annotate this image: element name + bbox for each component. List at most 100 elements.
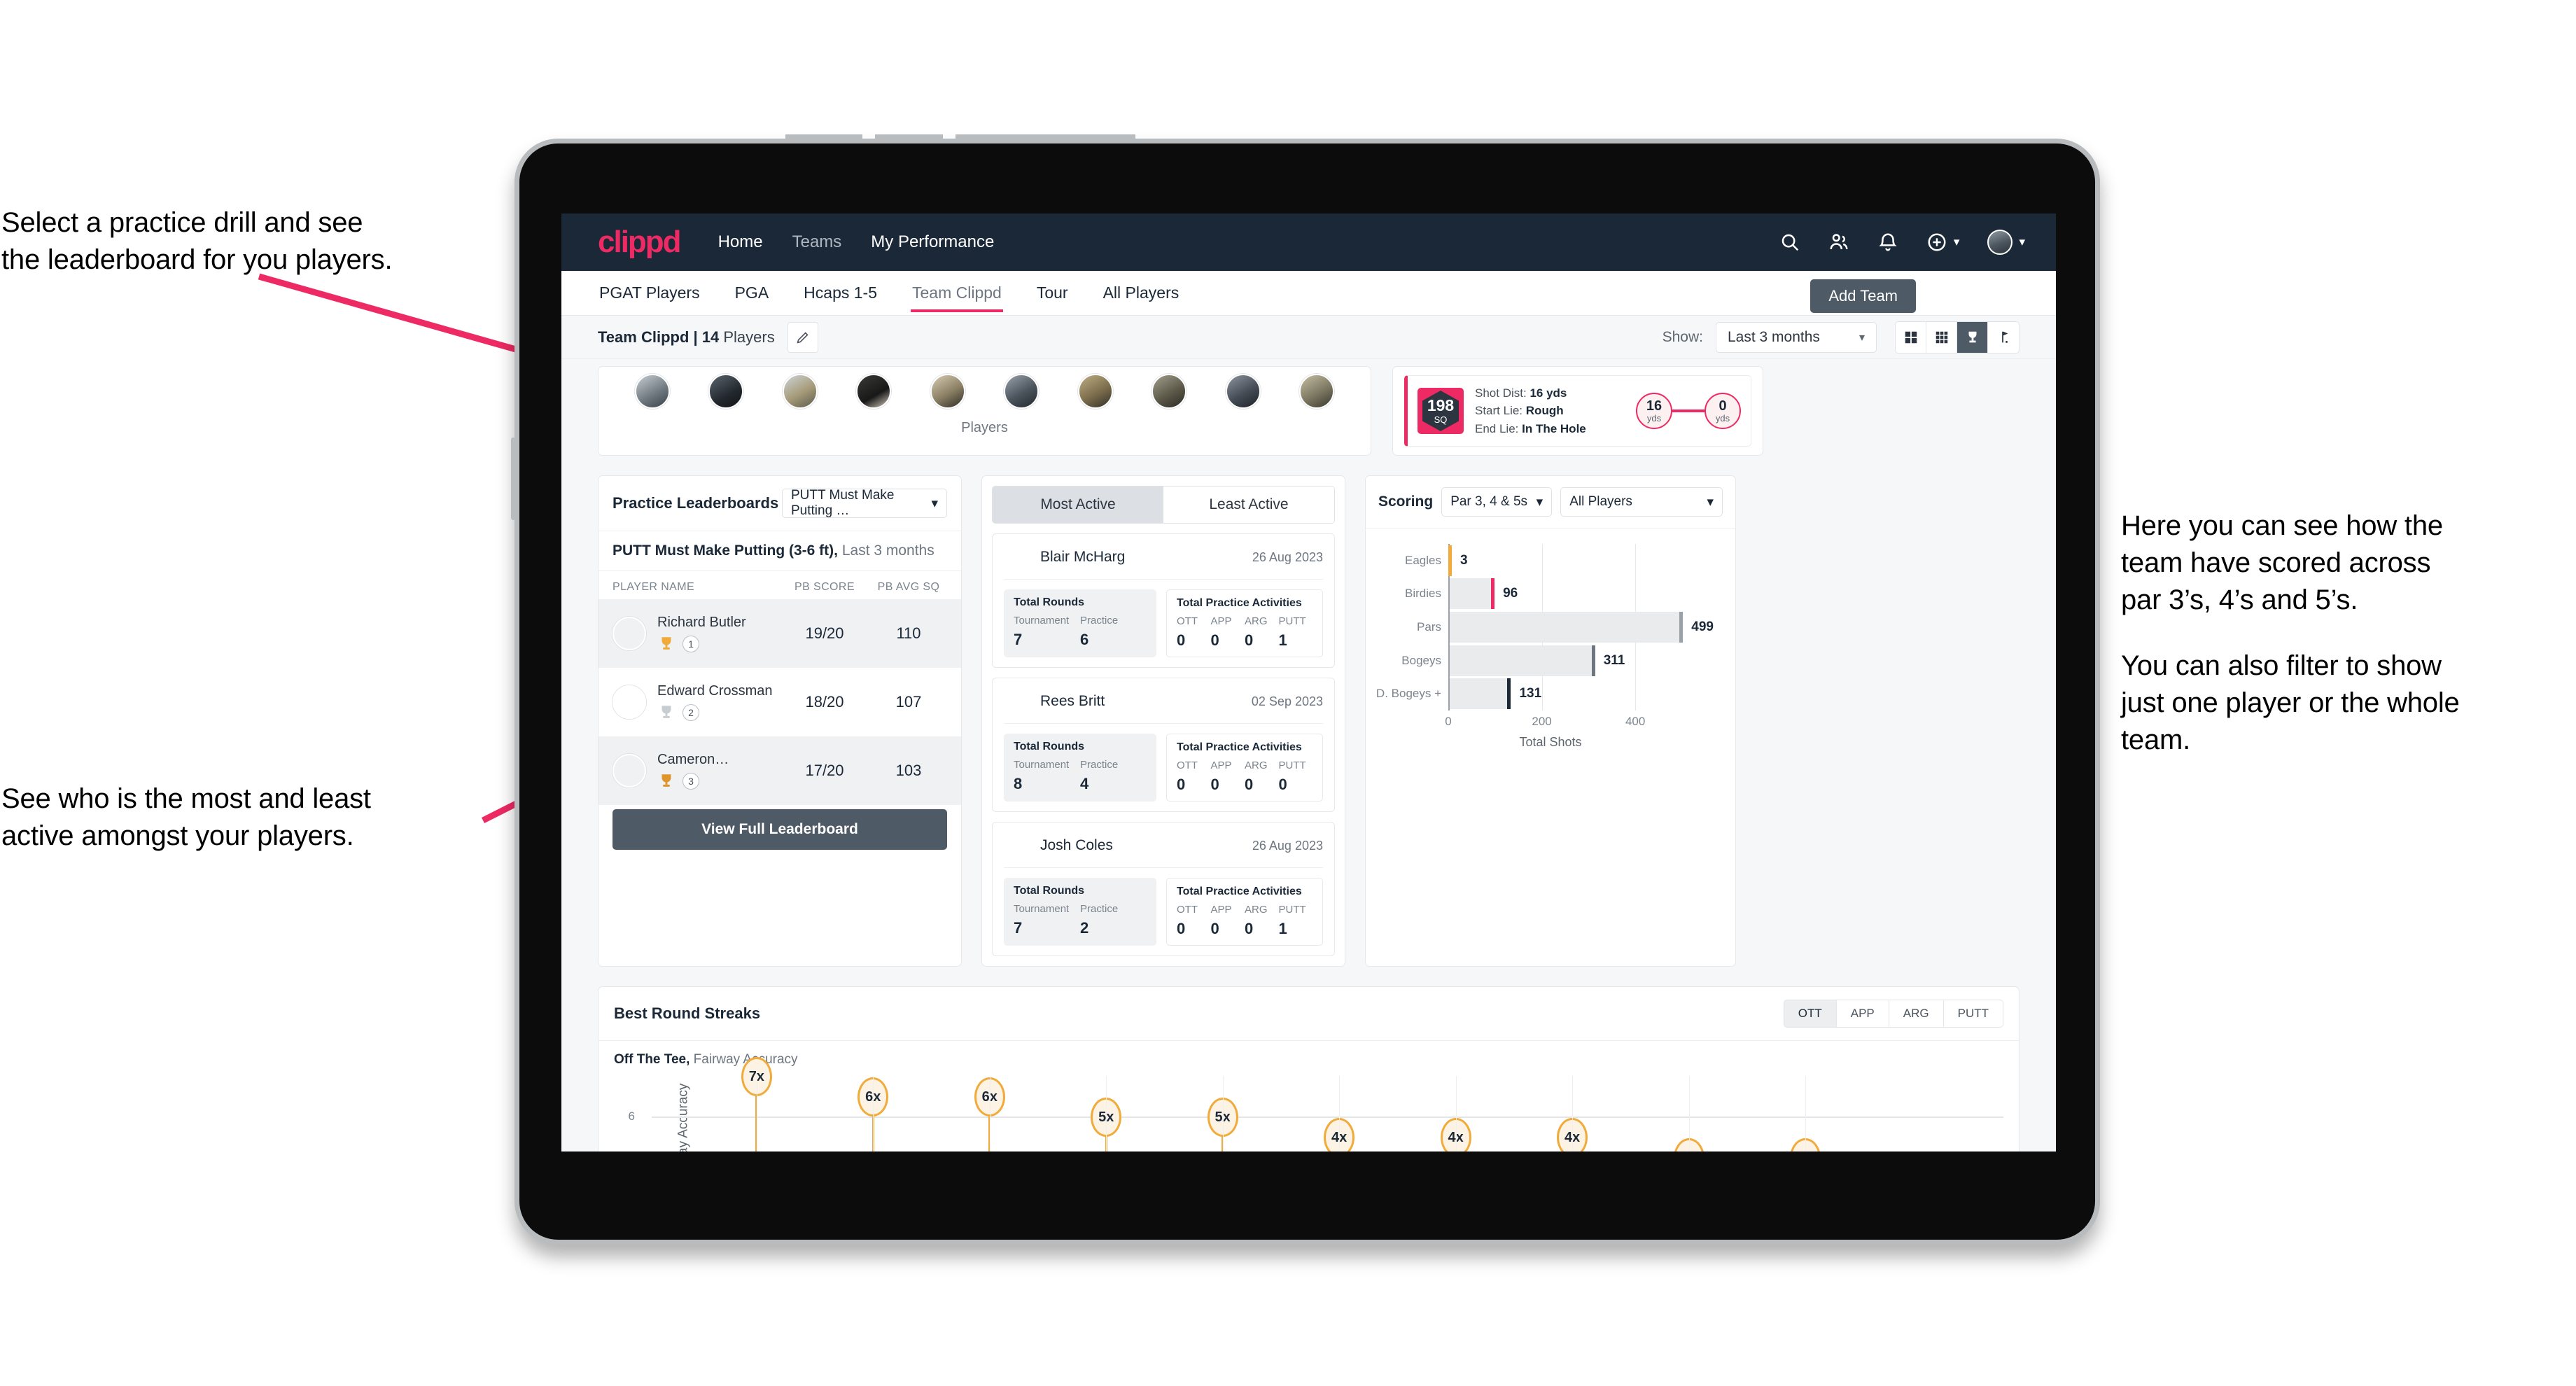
- annotation-line: Here you can see how the: [2121, 510, 2443, 541]
- player-name: Rees Britt: [1040, 693, 1105, 709]
- practice-putt-value: 1: [1278, 631, 1287, 649]
- total-practice-title: Total Practice Activities: [1177, 886, 1302, 897]
- streaks-plot-area: 467x6x6x5x5x4x4x4x3x3x: [629, 1057, 2003, 1152]
- tab-pga[interactable]: PGA: [734, 274, 771, 312]
- practice-app: APP 0: [1211, 615, 1245, 650]
- tab-tour[interactable]: Tour: [1035, 274, 1070, 312]
- par-filter-select[interactable]: Par 3, 4 & 5s ▾: [1441, 487, 1553, 517]
- bell-icon[interactable]: [1877, 232, 1898, 253]
- plus-circle-icon[interactable]: ▾: [1926, 232, 1959, 253]
- leaderboard-title: Practice Leaderboards: [612, 494, 779, 512]
- shot-quality-unit: SQ: [1434, 414, 1448, 425]
- total-rounds-title: Total Rounds: [1014, 741, 1085, 752]
- view-full-leaderboard-button[interactable]: View Full Leaderboard: [612, 809, 947, 850]
- streaks-header: Best Round Streaks OTT APP ARG PUTT: [598, 987, 2019, 1041]
- view-flag-button[interactable]: [1988, 321, 2019, 353]
- streaks-category-toggle: OTT APP ARG PUTT: [1783, 1000, 2003, 1028]
- column-player-name: PLAYER NAME: [612, 581, 695, 593]
- practice-putt: PUTT 0: [1279, 760, 1313, 794]
- hexagon-icon: 198 SQ: [1422, 391, 1459, 431]
- drill-select[interactable]: PUTT Must Make Putting … ▾: [782, 488, 947, 518]
- practice-putt-label: PUTT: [1278, 904, 1306, 916]
- view-trophy-button[interactable]: [1957, 321, 1988, 353]
- y-tick-label: 6: [628, 1110, 635, 1123]
- view-grid-large-button[interactable]: [1896, 321, 1926, 353]
- tab-least-active[interactable]: Least Active: [1163, 486, 1334, 523]
- player-filter-select[interactable]: All Players ▾: [1560, 487, 1723, 517]
- x-axis-title: Total Shots: [1519, 735, 1582, 749]
- bar-value-label: 3: [1460, 552, 1468, 568]
- practice-app-label: APP: [1210, 760, 1232, 771]
- period-select-value: Last 3 months: [1728, 328, 1820, 345]
- activity-card[interactable]: Rees Britt 02 Sep 2023 Total Rounds Tour…: [992, 678, 1335, 812]
- practice-arg-label: ARG: [1245, 904, 1268, 916]
- table-row[interactable]: Cameron… 3 17/20 103: [598, 736, 961, 805]
- end-distance-value: 0: [1718, 398, 1727, 414]
- nav-link-my-performance[interactable]: My Performance: [871, 232, 994, 252]
- avatar[interactable]: [930, 374, 965, 409]
- streaks-tab-arg[interactable]: ARG: [1889, 1000, 1944, 1027]
- table-row[interactable]: Richard Butler 1 19/20 110: [598, 599, 961, 668]
- chevron-down-icon: ▾: [931, 496, 938, 511]
- chevron-down-icon: ▾: [2019, 235, 2025, 248]
- practice-leaderboards-panel: Practice Leaderboards PUTT Must Make Put…: [598, 475, 962, 967]
- tab-pgat-players[interactable]: PGAT Players: [598, 274, 701, 312]
- avatar[interactable]: [1077, 374, 1113, 409]
- player-filter-value: All Players: [1569, 494, 1632, 509]
- avatar[interactable]: [1152, 374, 1187, 409]
- streaks-tab-app[interactable]: APP: [1836, 1000, 1889, 1027]
- annotation-line: par 3’s, 4’s and 5’s.: [2121, 584, 2358, 616]
- rounds-tournament-value: 7: [1014, 919, 1023, 937]
- start-lie-label: Start Lie:: [1475, 404, 1523, 418]
- vertical-grid-line: [1106, 1076, 1107, 1152]
- vertical-grid-line: [1805, 1076, 1806, 1152]
- avatar[interactable]: [708, 374, 744, 409]
- nav-link-home[interactable]: Home: [718, 232, 763, 252]
- streaks-tab-putt[interactable]: PUTT: [1943, 1000, 2003, 1027]
- x-tick-label: 400: [1625, 715, 1646, 728]
- practice-app-value: 0: [1210, 920, 1219, 937]
- rounds-tournament-label: Tournament: [1014, 903, 1070, 915]
- nav-link-teams[interactable]: Teams: [792, 232, 842, 252]
- period-select[interactable]: Last 3 months ▾: [1716, 321, 1877, 353]
- avatar[interactable]: [1004, 374, 1040, 409]
- edit-team-button[interactable]: [787, 321, 818, 353]
- activity-card-body: Total Rounds Tournament 7 Practice: [1004, 878, 1323, 946]
- avatar[interactable]: [635, 374, 670, 409]
- avatar[interactable]: [782, 374, 818, 409]
- rounds-practice: Practice 6: [1080, 615, 1147, 649]
- add-team-button[interactable]: Add Team: [1810, 279, 1916, 313]
- clippd-logo[interactable]: clippd: [598, 225, 682, 260]
- rounds-practice-label: Practice: [1080, 759, 1119, 771]
- avatar[interactable]: [1225, 374, 1261, 409]
- grid-line: [652, 1116, 2003, 1118]
- row-meta: Edward Crossman 2: [657, 683, 779, 722]
- annotation-scoring-explainer: Here you can see how the team have score…: [2121, 507, 2555, 759]
- tab-all-players[interactable]: All Players: [1102, 274, 1181, 312]
- avatar[interactable]: [856, 374, 892, 409]
- activity-card[interactable]: Blair McHarg 26 Aug 2023 Total Rounds To…: [992, 533, 1335, 668]
- view-grid-small-button[interactable]: [1926, 321, 1957, 353]
- scoring-panel: Scoring Par 3, 4 & 5s ▾ All Players ▾ Ea…: [1365, 475, 1736, 967]
- avatar[interactable]: [1298, 374, 1334, 409]
- streaks-tab-ott[interactable]: OTT: [1784, 1000, 1837, 1027]
- vertical-grid-line: [1572, 1076, 1574, 1152]
- end-distance-unit: yds: [1715, 413, 1730, 424]
- trophy-icon: [662, 636, 671, 650]
- tab-hcaps-1-5[interactable]: Hcaps 1-5: [802, 274, 878, 312]
- view-toggle-group: [1895, 321, 2019, 354]
- leaderboard-subtitle: PUTT Must Make Putting (3-6 ft), Last 3 …: [598, 531, 961, 571]
- rank-badge: 1: [682, 635, 699, 652]
- annotation-line: You can also filter to show: [2121, 650, 2442, 681]
- team-title-bold: Team Clippd | 14: [598, 328, 720, 346]
- people-icon[interactable]: [1828, 232, 1849, 253]
- par-filter-value: Par 3, 4 & 5s: [1450, 494, 1528, 509]
- practice-putt-label: PUTT: [1278, 760, 1306, 771]
- table-row[interactable]: Edward Crossman 2 18/20 107: [598, 668, 961, 736]
- activity-card-header: Josh Coles 26 Aug 2023: [1004, 832, 1323, 868]
- tab-team-clippd[interactable]: Team Clippd: [911, 274, 1003, 312]
- tab-most-active[interactable]: Most Active: [993, 486, 1163, 523]
- search-icon[interactable]: [1779, 232, 1800, 253]
- activity-card[interactable]: Josh Coles 26 Aug 2023 Total Rounds Tour…: [992, 822, 1335, 956]
- user-avatar-menu[interactable]: ▾: [1987, 230, 2025, 255]
